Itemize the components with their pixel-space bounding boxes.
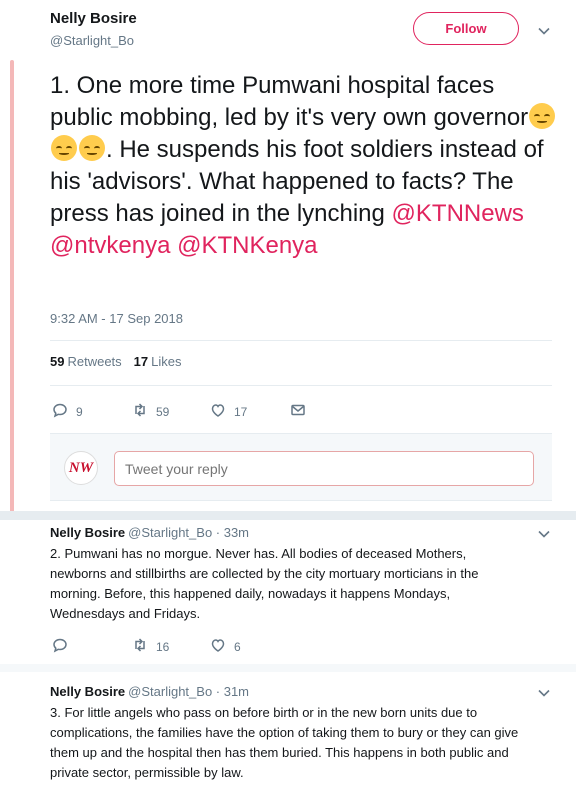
retweet-icon <box>132 637 148 656</box>
mention-link[interactable]: @ntvkenya <box>50 232 170 259</box>
reply-text: 3. For little angels who pass on before … <box>50 705 519 780</box>
tweet-timestamp[interactable]: 9:32 AM - 17 Sep 2018 <box>50 311 183 326</box>
retweet-icon <box>132 402 148 421</box>
author-name[interactable]: Nelly Bosire <box>50 10 137 27</box>
like-count: 6 <box>234 639 241 654</box>
tweet-stats: 59 Retweets 17 Likes <box>50 354 182 369</box>
retweets-count: 59 <box>50 354 65 369</box>
retweets-stat[interactable]: 59 Retweets <box>50 354 122 369</box>
follow-button[interactable]: Follow <box>413 12 519 45</box>
divider <box>50 340 552 341</box>
like-button[interactable]: 17 <box>210 402 290 421</box>
tweet-actions: 9 59 17 <box>52 402 306 421</box>
chevron-down-icon[interactable] <box>537 527 551 541</box>
reply-icon <box>52 637 68 656</box>
tweet-text: 1. One more time Pumwani hospital faces … <box>50 70 560 262</box>
disappointed-face-icon <box>529 103 556 129</box>
reply-header: Nelly Bosire @Starlight_Bo · 33m <box>50 525 249 540</box>
reply-text: 2. Pumwani has no morgue. Never has. All… <box>50 546 479 621</box>
heart-icon <box>210 637 226 656</box>
reply-meta[interactable]: @Starlight_Bo · 31m <box>128 684 249 699</box>
author-handle[interactable]: @Starlight_Bo <box>50 33 134 48</box>
chevron-down-icon[interactable] <box>537 686 551 700</box>
retweet-button[interactable]: 59 <box>132 402 210 421</box>
section-separator <box>0 664 576 672</box>
like-count: 17 <box>234 404 248 419</box>
reply-author-name[interactable]: Nelly Bosire <box>50 525 125 540</box>
section-separator <box>0 511 576 520</box>
retweets-label: Retweets <box>67 354 122 369</box>
reply-actions: 16 6 <box>52 637 290 656</box>
mention-link[interactable]: @KTNNews <box>392 200 524 227</box>
retweet-button[interactable]: 16 <box>132 637 210 656</box>
chevron-down-icon[interactable] <box>537 24 551 38</box>
reply-input[interactable] <box>114 451 534 486</box>
reply-button[interactable] <box>52 637 132 656</box>
heart-icon <box>210 402 226 421</box>
disappointed-face-icon <box>79 135 105 161</box>
reply-header: Nelly Bosire @Starlight_Bo · 31m <box>50 684 249 699</box>
likes-label: Likes <box>151 354 182 369</box>
mention-link[interactable]: @KTNKenya <box>177 232 317 259</box>
reply-author-name[interactable]: Nelly Bosire <box>50 684 125 699</box>
likes-stat[interactable]: 17 Likes <box>134 354 182 369</box>
likes-count: 17 <box>133 354 149 369</box>
retweet-count: 16 <box>156 639 170 654</box>
direct-message-button[interactable] <box>290 402 306 421</box>
tweet-text-part-1: 1. One more time Pumwani hospital faces … <box>50 72 529 131</box>
thread-connector-line <box>10 60 14 520</box>
reply-button[interactable]: 9 <box>52 402 132 421</box>
envelope-icon <box>290 402 306 421</box>
reply-composer: NW <box>50 433 552 501</box>
reply-icon <box>52 402 68 421</box>
tweet-header: Nelly Bosire @Starlight_Bo Follow <box>50 10 576 60</box>
disappointed-face-icon <box>51 135 77 161</box>
retweet-count: 59 <box>156 404 170 419</box>
divider <box>50 385 552 386</box>
reply-meta[interactable]: @Starlight_Bo · 33m <box>128 525 249 540</box>
avatar: NW <box>64 451 98 485</box>
like-button[interactable]: 6 <box>210 637 290 656</box>
reply-count: 9 <box>76 404 83 419</box>
